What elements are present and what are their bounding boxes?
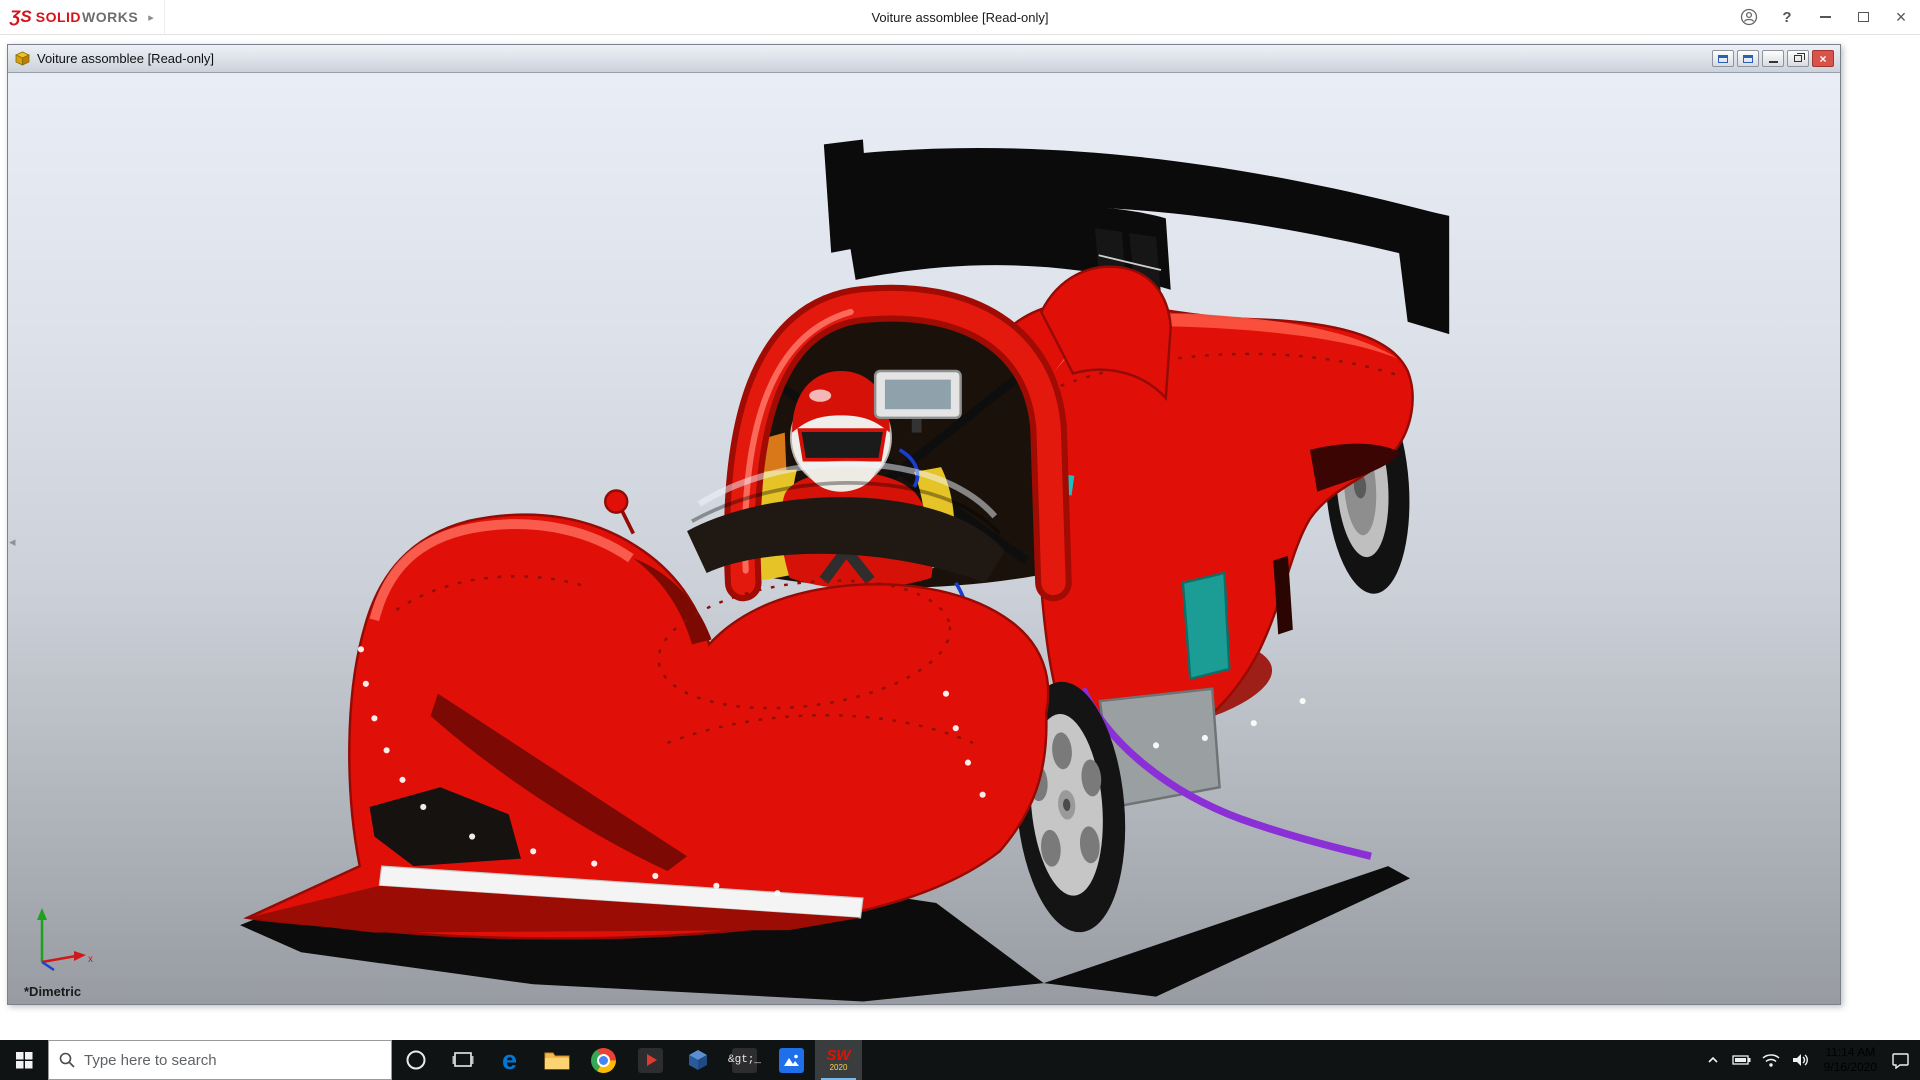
taskbar-search[interactable]	[48, 1040, 392, 1080]
menu-expand-arrow-icon[interactable]: ▸	[148, 11, 154, 24]
taskbar-spacer	[862, 1040, 1700, 1080]
search-input[interactable]	[84, 1052, 381, 1069]
account-button[interactable]	[1730, 0, 1768, 34]
tray-overflow-button[interactable]	[1700, 1040, 1727, 1080]
chrome-icon	[591, 1048, 616, 1073]
command-prompt-icon: &gt;_	[732, 1048, 757, 1073]
minimize-icon	[1820, 16, 1831, 18]
clock-time: 11:14 AM	[1825, 1045, 1875, 1060]
solidworks-2020-icon: SW 2020	[826, 1048, 851, 1073]
doc-new-window-button[interactable]	[1737, 50, 1759, 67]
clock[interactable]: 11:14 AM 9/16/2020	[1816, 1045, 1885, 1075]
chrome-button[interactable]	[580, 1040, 627, 1080]
document-window-controls: ×	[1712, 50, 1834, 67]
window-icon	[1743, 55, 1753, 63]
edge-button[interactable]: e	[486, 1040, 533, 1080]
close-icon: ×	[1896, 8, 1907, 26]
x-axis-label: x	[88, 954, 93, 965]
app-titlebar: Voiture assomblee [Read-only] ƷS SOLID W…	[0, 0, 1920, 35]
close-icon: ×	[1819, 53, 1826, 65]
y-axis-arrow	[37, 908, 47, 920]
doc-restore-button[interactable]	[1787, 50, 1809, 67]
assembly-icon	[14, 50, 31, 67]
minimize-button[interactable]	[1806, 0, 1844, 34]
question-mark-icon: ?	[1782, 9, 1791, 26]
screen: Voiture assomblee [Read-only] ƷS SOLID W…	[0, 0, 1920, 1080]
photos-button[interactable]	[768, 1040, 815, 1080]
side-mirror	[605, 490, 627, 512]
wifi-icon	[1762, 1053, 1780, 1068]
battery-icon	[1732, 1052, 1752, 1068]
edrawings-button[interactable]	[674, 1040, 721, 1080]
task-view-button[interactable]	[439, 1040, 486, 1080]
command-prompt-button[interactable]: &gt;_	[721, 1040, 768, 1080]
car-model[interactable]	[8, 73, 1840, 1004]
taskbar: e &gt;_	[0, 1040, 1920, 1080]
document-window: Voiture assomblee [Read-only] ×	[7, 44, 1841, 1005]
notification-icon	[1892, 1052, 1910, 1069]
window-icon	[1718, 55, 1728, 63]
x-axis-arrow	[74, 951, 86, 961]
document-title: Voiture assomblee [Read-only]	[37, 51, 214, 66]
file-explorer-icon	[544, 1049, 570, 1071]
person-icon	[1740, 8, 1758, 26]
media-player-button[interactable]	[627, 1040, 674, 1080]
restore-icon	[1794, 55, 1802, 62]
z-axis-arrow	[42, 962, 54, 970]
brand-works: WORKS	[82, 9, 138, 25]
solidworks-logo: ƷS SOLID WORKS ▸	[0, 0, 165, 34]
system-tray: 11:14 AM 9/16/2020	[1700, 1040, 1920, 1080]
media-player-icon	[638, 1048, 663, 1073]
panel-collapse-arrow-icon[interactable]: ◂	[9, 535, 16, 548]
doc-close-button[interactable]: ×	[1812, 50, 1834, 67]
view-orientation-label: *Dimetric	[24, 984, 81, 999]
side-window	[1183, 573, 1229, 679]
maximize-button[interactable]	[1844, 0, 1882, 34]
cortana-icon	[405, 1049, 427, 1071]
doc-minimize-button[interactable]	[1762, 50, 1784, 67]
document-titlebar[interactable]: Voiture assomblee [Read-only] ×	[8, 45, 1840, 73]
notification-center-button[interactable]	[1887, 1040, 1914, 1080]
viewport-3d[interactable]: x *Dimetric ◂	[8, 73, 1840, 1004]
start-button[interactable]	[0, 1040, 48, 1080]
dassault-3ds-icon: ƷS	[10, 7, 32, 27]
edrawings-cube-icon	[686, 1048, 710, 1072]
task-view-icon	[452, 1049, 474, 1071]
orientation-triad[interactable]: x	[26, 904, 98, 976]
app-title: Voiture assomblee [Read-only]	[0, 10, 1920, 25]
volume-button[interactable]	[1787, 1040, 1814, 1080]
edge-icon: e	[502, 1047, 517, 1074]
file-explorer-button[interactable]	[533, 1040, 580, 1080]
network-button[interactable]	[1758, 1040, 1785, 1080]
speaker-icon	[1792, 1052, 1809, 1068]
brand-solid: SOLID	[36, 9, 81, 25]
mdi-area: Voiture assomblee [Read-only] ×	[0, 35, 1920, 1040]
close-button[interactable]: ×	[1882, 0, 1920, 34]
battery-button[interactable]	[1729, 1040, 1756, 1080]
cortana-button[interactable]	[392, 1040, 439, 1080]
photos-icon	[779, 1048, 804, 1073]
doc-view-window-button[interactable]	[1712, 50, 1734, 67]
clock-date: 9/16/2020	[1824, 1060, 1877, 1075]
maximize-icon	[1858, 12, 1869, 22]
search-icon	[59, 1052, 75, 1068]
help-button[interactable]: ?	[1768, 0, 1806, 34]
chevron-up-icon	[1706, 1053, 1720, 1067]
window-controls: ? ×	[1730, 0, 1920, 34]
windows-logo-icon	[16, 1052, 33, 1069]
minimize-icon	[1769, 61, 1778, 63]
solidworks-2020-button[interactable]: SW 2020	[815, 1040, 862, 1080]
